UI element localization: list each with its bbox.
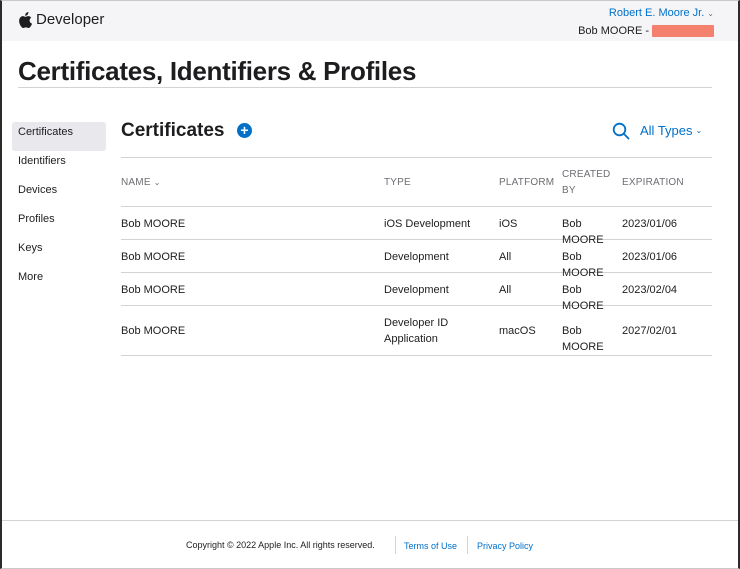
section-title: Certificates xyxy=(121,120,225,141)
cell-platform: All xyxy=(499,250,512,263)
table-header: NAME ⌄ TYPE PLATFORM CREATED BY EXPIRATI… xyxy=(121,157,712,207)
cell-type: iOS Development xyxy=(384,217,471,230)
cell-name: Bob MOORE xyxy=(121,217,186,230)
sort-chevron-icon: ⌄ xyxy=(153,178,161,187)
footer-separator xyxy=(395,536,396,554)
table-row[interactable]: Bob MOORE Development All Bob MOORE 2023/01/… xyxy=(121,240,712,279)
column-header-name[interactable]: NAME ⌄ xyxy=(121,175,161,191)
top-navigation-bar: Developer Robert E. Moore Jr. ⌄ Bob MOOR… xyxy=(2,1,738,41)
sidebar-item-keys[interactable]: Keys xyxy=(12,238,106,267)
cell-platform: iOS xyxy=(499,217,518,230)
cell-type: Developer ID Application xyxy=(384,317,449,345)
title-divider xyxy=(18,87,712,88)
team-label: Bob MOORE - xyxy=(578,25,714,37)
add-certificate-button[interactable]: + xyxy=(237,123,252,138)
cell-expiration: 2023/02/04 xyxy=(622,283,678,296)
search-icon[interactable] xyxy=(612,122,630,140)
column-header-expiration: EXPIRATION xyxy=(622,177,684,188)
page-title: Certificates, Identifiers & Profiles xyxy=(18,56,417,86)
cell-name: Bob MOORE xyxy=(121,283,186,296)
brand-text: Developer xyxy=(36,11,105,28)
sidebar-item-certificates[interactable]: Certificates xyxy=(12,122,106,151)
type-filter-label: All Types xyxy=(640,123,693,138)
copyright-text: Copyright © 2022 Apple Inc. All rights r… xyxy=(186,540,375,550)
footer-separator xyxy=(467,536,468,554)
account-menu[interactable]: Robert E. Moore Jr. ⌄ xyxy=(578,7,714,19)
chevron-down-icon: ⌄ xyxy=(695,126,703,135)
chevron-down-icon: ⌄ xyxy=(707,8,714,18)
column-header-name-label: NAME xyxy=(121,177,151,188)
sidebar-item-more[interactable]: More xyxy=(12,267,106,296)
cell-expiration: 2023/01/06 xyxy=(622,217,678,230)
developer-brand-link[interactable]: Developer xyxy=(18,11,104,28)
cell-platform: All xyxy=(499,283,512,296)
cell-expiration: 2023/01/06 xyxy=(622,250,678,263)
column-header-created-by: CREATED BY xyxy=(562,169,611,196)
sidebar: Certificates Identifiers Devices Profiles Ke… xyxy=(12,122,106,296)
table-row[interactable]: Bob MOORE Developer ID Application macOS Bo… xyxy=(121,306,712,356)
table-body: Bob MOORE iOS Development iOS Bob MOORE 2023… xyxy=(121,207,712,356)
type-filter-dropdown[interactable]: All Types ⌄ xyxy=(640,123,702,138)
privacy-policy-link[interactable]: Privacy Policy xyxy=(477,541,533,551)
account-name: Robert E. Moore Jr. xyxy=(608,7,705,19)
redacted-team-id xyxy=(652,25,714,37)
certificates-table: NAME ⌄ TYPE PLATFORM CREATED BY EXPIRATI… xyxy=(121,157,712,356)
table-row[interactable]: Bob MOORE Development All Bob MOORE 2023/02/… xyxy=(121,273,712,312)
cell-created-by: Bob MOORE xyxy=(562,325,604,353)
sidebar-item-devices[interactable]: Devices xyxy=(12,180,106,209)
footer-divider xyxy=(2,520,738,521)
cell-name: Bob MOORE xyxy=(121,325,186,337)
cell-expiration: 2027/02/01 xyxy=(622,325,678,337)
column-header-platform: PLATFORM xyxy=(499,177,555,188)
column-header-type: TYPE xyxy=(384,177,411,188)
cell-type: Development xyxy=(384,250,449,263)
account-area: Robert E. Moore Jr. ⌄ Bob MOORE - xyxy=(578,7,714,37)
table-row[interactable]: Bob MOORE iOS Development iOS Bob MOORE 2023… xyxy=(121,207,712,246)
terms-of-use-link[interactable]: Terms of Use xyxy=(404,541,457,551)
cell-type: Development xyxy=(384,283,449,296)
sidebar-item-identifiers[interactable]: Identifiers xyxy=(12,151,106,180)
apple-logo-icon xyxy=(19,11,32,28)
sidebar-item-profiles[interactable]: Profiles xyxy=(12,209,106,238)
cell-platform: macOS xyxy=(499,325,536,337)
cell-name: Bob MOORE xyxy=(121,250,186,263)
team-name: Bob MOORE - xyxy=(578,25,649,37)
